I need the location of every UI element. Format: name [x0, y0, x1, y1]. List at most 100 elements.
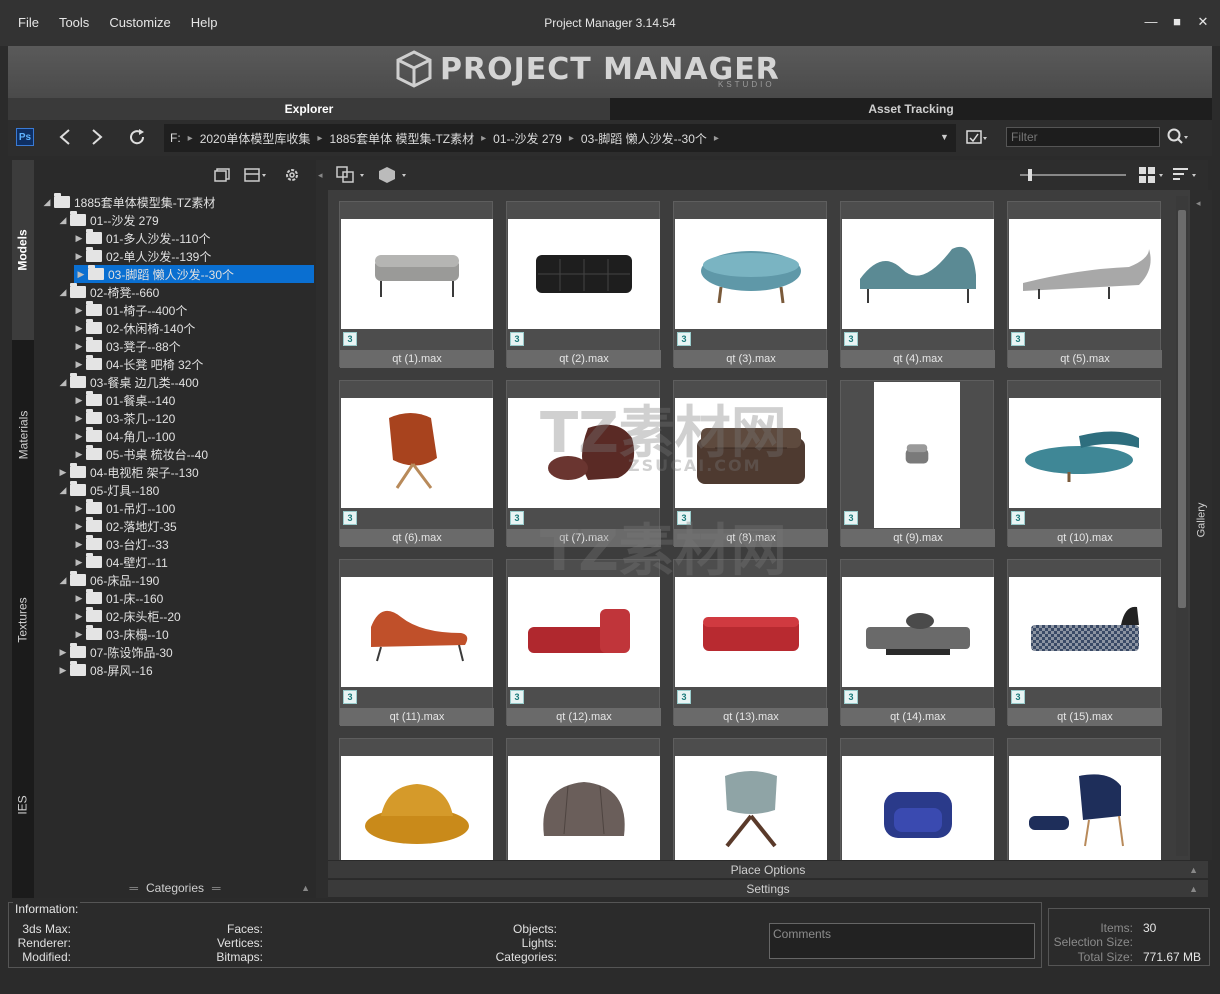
tree-item[interactable]: ▶ 03-凳子--88个: [34, 337, 181, 355]
collapsed-arrow-icon[interactable]: ▶: [72, 593, 86, 604]
collapsed-arrow-icon[interactable]: ▶: [72, 305, 86, 316]
tree-item[interactable]: ▶ 04-角几--100: [34, 427, 175, 445]
tree-item[interactable]: ▶ 03-茶几--120: [34, 409, 175, 427]
model-tile[interactable]: 3 qt (13).max: [673, 559, 828, 726]
model-tile[interactable]: 3 qt (15).max: [1007, 559, 1162, 726]
tab-textures[interactable]: Textures: [12, 530, 34, 710]
expanded-arrow-icon[interactable]: ◢: [56, 287, 70, 298]
model-tile[interactable]: 3 qt (8).max: [673, 380, 828, 547]
breadcrumb-item[interactable]: 2020单体模型库收集: [200, 130, 311, 147]
model-tile[interactable]: 3 qt (14).max: [840, 559, 995, 726]
chevron-down-icon[interactable]: ▼: [940, 132, 949, 142]
close-button[interactable]: ✕: [1196, 14, 1210, 30]
gear-icon[interactable]: [284, 167, 300, 183]
collapsed-arrow-icon[interactable]: ▶: [72, 629, 86, 640]
filter-input[interactable]: [1006, 127, 1160, 147]
model-thumbnail[interactable]: [341, 398, 493, 508]
tree-item[interactable]: ▶ 01-餐桌--140: [34, 391, 175, 409]
model-thumbnail[interactable]: [1009, 398, 1161, 508]
maximize-button[interactable]: ■: [1170, 14, 1184, 30]
model-tile[interactable]: 3 qt (5).max: [1007, 201, 1162, 368]
collapsed-arrow-icon[interactable]: ▶: [56, 647, 70, 658]
tree-item[interactable]: ▶ 02-床头柜--20: [34, 607, 181, 625]
filter-options-icon[interactable]: [966, 127, 988, 149]
model-thumbnail[interactable]: [1009, 219, 1161, 329]
model-tile[interactable]: 3 qt (9).max: [840, 380, 995, 547]
model-tile[interactable]: 3 qt (1).max: [339, 201, 494, 368]
panel-splitter[interactable]: ◂: [316, 160, 328, 898]
breadcrumb-item[interactable]: 01--沙发 279: [493, 130, 562, 147]
collapsed-arrow-icon[interactable]: ▶: [72, 431, 86, 442]
tree-item[interactable]: ◢ 01--沙发 279: [34, 211, 159, 229]
expanded-arrow-icon[interactable]: ◢: [56, 377, 70, 388]
collapsed-arrow-icon[interactable]: ▶: [72, 557, 86, 568]
tree-item[interactable]: ▶ 03-床榻--10: [34, 625, 169, 643]
expanded-arrow-icon[interactable]: ◢: [56, 215, 70, 226]
expand-icon[interactable]: ▲: [1189, 861, 1198, 879]
breadcrumb-item[interactable]: 03-脚蹈 懒人沙发--30个: [581, 130, 707, 147]
collapsed-arrow-icon[interactable]: ▶: [72, 233, 86, 244]
breadcrumb-item[interactable]: 1885套单体 模型集-TZ素材: [329, 130, 474, 147]
tab-asset-tracking[interactable]: Asset Tracking: [610, 98, 1212, 120]
tree-item[interactable]: ▶ 04-壁灯--11: [34, 553, 168, 571]
model-thumbnail[interactable]: [341, 577, 493, 687]
model-thumbnail[interactable]: [508, 219, 660, 329]
tree-item[interactable]: ▶ 05-书桌 梳妆台--40: [34, 445, 208, 463]
sort-icon[interactable]: [1172, 166, 1200, 184]
model-thumbnail[interactable]: [874, 382, 960, 528]
model-tile[interactable]: 3 qt (7).max: [506, 380, 661, 547]
collapsed-arrow-icon[interactable]: ▶: [74, 269, 88, 280]
search-icon[interactable]: [1166, 126, 1188, 148]
tab-materials[interactable]: Materials: [12, 340, 34, 530]
tree-item[interactable]: ▶ 03-台灯--33: [34, 535, 169, 553]
place-options-bar[interactable]: Place Options ▲: [328, 860, 1208, 878]
forward-arrow-icon[interactable]: [86, 126, 108, 148]
model-tile[interactable]: 3 qt (10).max: [1007, 380, 1162, 547]
breadcrumb-drive[interactable]: F:: [170, 131, 181, 145]
model-thumbnail[interactable]: [675, 219, 827, 329]
collapse-left-icon[interactable]: ◂: [318, 170, 323, 181]
model-thumbnail[interactable]: [842, 219, 994, 329]
grid-view-icon[interactable]: [1138, 166, 1166, 184]
model-tile[interactable]: 3 qt (6).max: [339, 380, 494, 547]
model-thumbnail[interactable]: [508, 577, 660, 687]
collapsed-arrow-icon[interactable]: ▶: [72, 341, 86, 352]
collapsed-arrow-icon[interactable]: ▶: [72, 395, 86, 406]
categories-bar[interactable]: ═ Categories ═ ▲: [34, 878, 316, 898]
tree-item[interactable]: ◢ 06-床品--190: [34, 571, 159, 589]
settings-bar[interactable]: Settings ▲: [328, 879, 1208, 897]
collapsed-arrow-icon[interactable]: ▶: [72, 413, 86, 424]
collapsed-arrow-icon[interactable]: ▶: [72, 503, 86, 514]
layout-icon[interactable]: [244, 168, 268, 182]
tree-item[interactable]: ▶ 04-电视柜 架子--130: [34, 463, 199, 481]
comments-field[interactable]: Comments: [769, 923, 1035, 959]
tree-item[interactable]: ◢ 02-椅凳--660: [34, 283, 159, 301]
model-tile[interactable]: [506, 738, 660, 860]
gallery-scrollbar[interactable]: [1176, 196, 1188, 856]
tree-item[interactable]: ◢ 05-灯具--180: [34, 481, 159, 499]
collapsed-arrow-icon[interactable]: ▶: [72, 359, 86, 370]
tree-item[interactable]: ▶ 03-脚蹈 懒人沙发--30个: [74, 265, 314, 283]
collapsed-arrow-icon[interactable]: ▶: [72, 251, 86, 262]
tree-item[interactable]: ◢ 1885套单体模型集-TZ素材: [34, 193, 215, 211]
model-tile[interactable]: [1007, 738, 1161, 860]
minimize-button[interactable]: —: [1144, 14, 1158, 30]
collapsed-arrow-icon[interactable]: ▶: [56, 467, 70, 478]
tree-item[interactable]: ▶ 04-长凳 吧椅 32个: [34, 355, 203, 373]
model-tile[interactable]: [339, 738, 493, 860]
model-thumbnail[interactable]: [675, 398, 827, 508]
collapse-icon[interactable]: ▲: [301, 878, 310, 898]
tree-item[interactable]: ▶ 07-陈设饰品-30: [34, 643, 173, 661]
collapse-right-icon[interactable]: ◂: [1196, 198, 1201, 209]
model-tile[interactable]: 3 qt (4).max: [840, 201, 995, 368]
tree-item[interactable]: ▶ 01-椅子--400个: [34, 301, 187, 319]
collapsed-arrow-icon[interactable]: ▶: [56, 665, 70, 676]
model-thumbnail[interactable]: [675, 577, 827, 687]
tab-ies[interactable]: IES: [12, 710, 34, 900]
refresh-icon[interactable]: [126, 126, 148, 148]
swap-icon[interactable]: [336, 166, 368, 184]
model-thumbnail[interactable]: [842, 577, 994, 687]
model-tile[interactable]: 3 qt (12).max: [506, 559, 661, 726]
tree-item[interactable]: ▶ 02-单人沙发--139个: [34, 247, 211, 265]
collapsed-arrow-icon[interactable]: ▶: [72, 521, 86, 532]
